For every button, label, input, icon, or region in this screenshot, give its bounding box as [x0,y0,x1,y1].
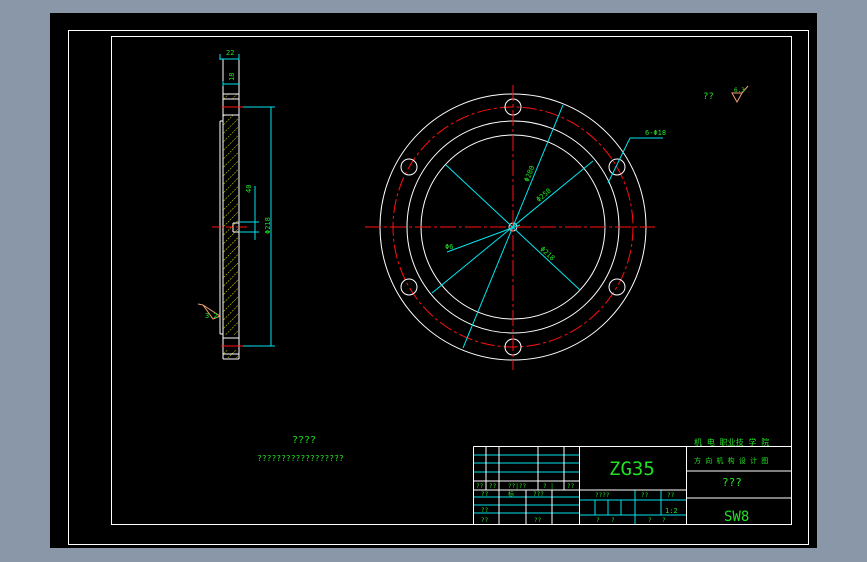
title-block-cell-text: ?? [534,517,542,524]
scale-value: 1:2 [665,507,678,515]
part-name: ??? [722,476,742,489]
dim-hole: 40 [245,185,253,193]
title-block-cell-text: 标 [508,490,514,498]
title-block-cell-text: ? [596,517,600,524]
title-block-cell-text: ?? [667,492,675,499]
material-field: ZG35 [609,458,655,480]
dim-width: 22 [226,49,234,57]
title-block-cell-text: ? [648,517,652,524]
title-block-cell-text: ??? [533,491,544,498]
section-hatch [223,115,239,335]
drawing-paper [50,13,817,548]
title-block-cell-text: ? [611,517,615,524]
roughness-value: 3.2 [205,312,218,320]
title-block-cell-text: ?? [489,483,497,490]
notes-title: ???? [292,435,316,446]
title-block-cell-text: ??|?? [508,483,526,490]
general-roughness-label: ?? [703,92,714,102]
title-block-cell-text: ? | [543,483,554,490]
title-block-cell-text: ?? [481,491,489,498]
school-name: 机 电 职业技 学 院 [694,437,769,447]
dim-diameter: Φ218 [264,217,272,234]
hole-callout: 6-Φ18 [645,129,666,137]
drawing-number: SW8 [724,509,749,525]
notes-line: ?????????????????? [257,454,344,463]
dim-step: 18 [228,73,236,81]
title-block-cell-text: ?? [481,517,489,524]
drawing-title: 方 向 机 构 设 计 图 [694,456,768,465]
dim-center: Φ6 [445,243,453,251]
title-block-cell-text: ?? [481,507,489,514]
title-block-cell-text: ?? [567,483,575,490]
title-block-cell-text: ?? [641,492,649,499]
cad-drawing: 22 18 40 Φ218 3.2 Φ280 Φ250 Φ6 Φ218 6-Φ1… [50,13,817,548]
general-roughness-value: 6.3 [734,87,745,94]
title-block-cell-text: ?? [476,483,484,490]
title-block-cell-text: ? [662,517,666,524]
title-block-cell-text: ???? [595,492,610,499]
